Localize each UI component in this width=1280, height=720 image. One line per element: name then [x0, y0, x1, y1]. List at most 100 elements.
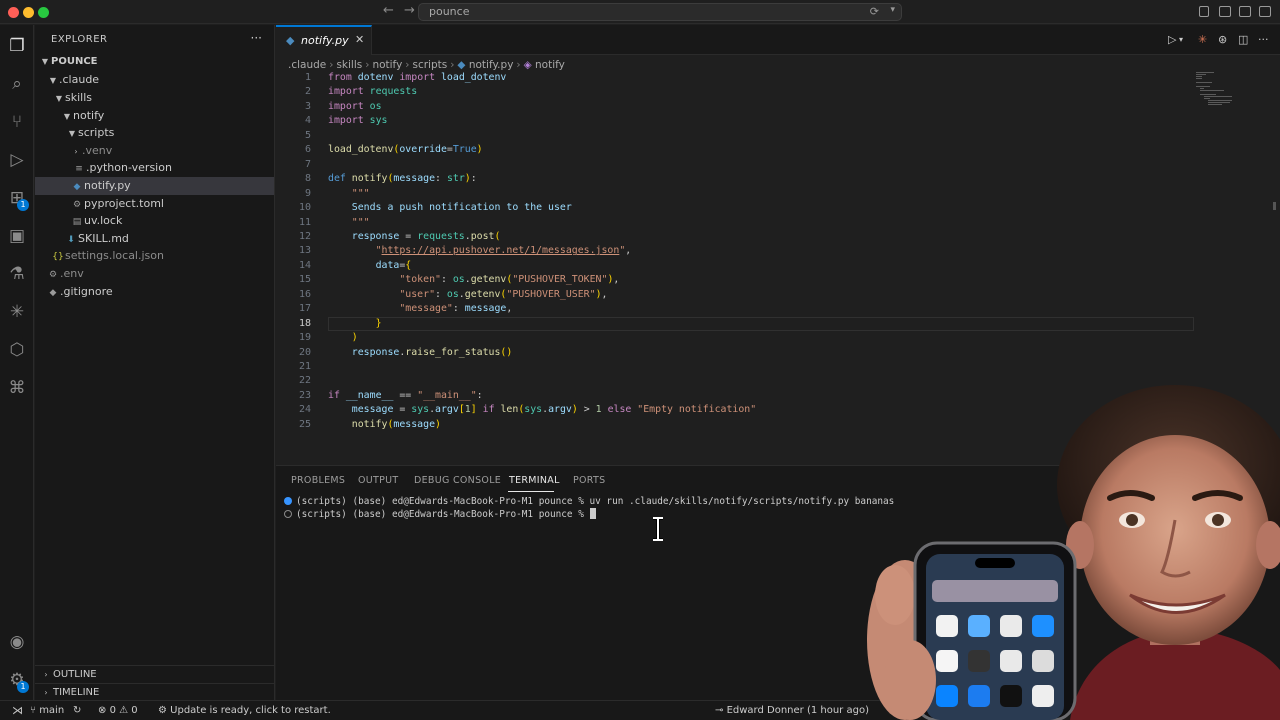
code-line[interactable]: message = sys.argv[1] if len(sys.argv) >…: [328, 404, 756, 415]
terminal-line[interactable]: (scripts) (base) ed@Edwards-MacBook-Pro-…: [284, 508, 596, 520]
terminal-line[interactable]: (scripts) (base) ed@Edwards-MacBook-Pro-…: [284, 496, 894, 507]
code-line[interactable]: notify(message): [328, 419, 441, 430]
tree-item-folder[interactable]: ▼ skills: [35, 89, 274, 107]
tab-problems[interactable]: PROBLEMS: [291, 475, 345, 486]
code-line[interactable]: """: [328, 188, 370, 199]
back-arrow-icon[interactable]: ←: [383, 3, 394, 18]
code-line[interactable]: "user": os.getenv("PUSHOVER_USER"),: [328, 289, 607, 300]
outline-section[interactable]: › OUTLINE: [35, 665, 274, 683]
code-line[interactable]: load_dotenv(override=True): [328, 144, 483, 155]
tab-terminal[interactable]: TERMINAL: [509, 475, 560, 486]
code-line[interactable]: response = requests.post(: [328, 231, 501, 242]
claude-code-icon[interactable]: ✳: [1198, 33, 1207, 46]
tab-ports[interactable]: PORTS: [573, 475, 605, 486]
python-icon[interactable]: ⌘: [6, 377, 28, 399]
chevron-down-icon[interactable]: ▾: [890, 5, 895, 15]
copilot-icon[interactable]: ⟳: [870, 5, 879, 18]
chevron-down-icon[interactable]: ▾: [1179, 35, 1183, 44]
editor-scrollbar[interactable]: [1273, 202, 1276, 210]
tab-debug-console[interactable]: DEBUG CONSOLE: [414, 475, 501, 486]
line-number: 13: [298, 245, 311, 257]
python-file-icon: ◆: [286, 34, 295, 47]
toggle-secondary-sidebar-icon[interactable]: [1239, 6, 1251, 17]
close-window-button[interactable]: [8, 7, 19, 18]
split-editor-icon[interactable]: ◫: [1238, 33, 1248, 46]
source-control-icon[interactable]: ⑂: [6, 111, 28, 133]
toggle-panel-icon[interactable]: [1219, 6, 1231, 17]
remote-explorer-icon[interactable]: ▣: [6, 225, 28, 247]
update-notification[interactable]: ⚙ Update is ready, click to restart.: [158, 701, 331, 720]
containers-icon[interactable]: ⬡: [6, 339, 28, 361]
code-line[interactable]: "token": os.getenv("PUSHOVER_TOKEN"),: [328, 274, 619, 285]
timeline-section[interactable]: › TIMELINE: [35, 683, 274, 701]
claude-icon[interactable]: ✳: [6, 301, 28, 323]
openai-icon[interactable]: ⊛: [1218, 33, 1227, 46]
tree-item-label: SKILL.md: [78, 232, 129, 245]
minimize-window-button[interactable]: [23, 7, 34, 18]
terminal-line-text: (scripts) (base) ed@Edwards-MacBook-Pro-…: [296, 509, 590, 520]
code-line[interactable]: }: [328, 318, 382, 329]
remote-indicator-icon[interactable]: ⋊: [12, 701, 23, 720]
sync-icon[interactable]: ↻: [73, 701, 81, 720]
code-line[interactable]: "https://api.pushover.net/1/messages.jso…: [328, 245, 632, 256]
tab-notify-py[interactable]: ◆ notify.py ✕: [276, 25, 372, 55]
minimap[interactable]: [1194, 72, 1264, 112]
code-line[interactable]: import requests: [328, 86, 417, 97]
close-icon[interactable]: ✕: [355, 33, 364, 46]
tree-item-label: .gitignore: [60, 285, 113, 298]
tree-item-folder[interactable]: › .venv: [35, 142, 274, 160]
code-line[interactable]: from dotenv import load_dotenv: [328, 72, 506, 83]
code-line[interactable]: ): [328, 332, 358, 343]
code-line[interactable]: import sys: [328, 115, 387, 126]
text-cursor-icon: [653, 517, 663, 541]
tree-item-label: uv.lock: [84, 214, 123, 227]
more-actions-icon[interactable]: ···: [1258, 33, 1269, 46]
tab-output[interactable]: OUTPUT: [358, 475, 399, 486]
breadcrumb-item[interactable]: .claude: [288, 59, 326, 71]
code-line[interactable]: "message": message,: [328, 303, 512, 314]
customize-layout-icon[interactable]: [1259, 6, 1271, 17]
maximize-window-button[interactable]: [38, 7, 49, 18]
tree-item-file-selected[interactable]: ◆ notify.py: [35, 177, 274, 195]
problems-indicator[interactable]: ⊗ 0 ⚠ 0: [98, 701, 138, 720]
workspace-root[interactable]: ▼ POUNCE: [35, 53, 274, 71]
tree-item-folder[interactable]: ▼ scripts: [35, 124, 274, 142]
run-debug-icon[interactable]: ▷: [6, 149, 28, 171]
code-line[interactable]: Sends a push notification to the user: [328, 202, 572, 213]
run-python-file-icon[interactable]: ▷: [1168, 33, 1176, 46]
breadcrumb-item[interactable]: scripts: [412, 59, 447, 71]
accounts-icon[interactable]: ◉: [6, 631, 28, 653]
breadcrumb-item[interactable]: notify.py: [469, 59, 514, 71]
code-line[interactable]: """: [328, 217, 370, 228]
toggle-primary-sidebar-icon[interactable]: [1199, 6, 1209, 17]
tree-item-file[interactable]: ▤ uv.lock: [35, 212, 274, 230]
gear-file-icon: ⚙: [48, 270, 58, 280]
code-line[interactable]: def notify(message: str):: [328, 173, 477, 184]
code-line[interactable]: import os: [328, 101, 382, 112]
tree-item-file[interactable]: ◆ .gitignore: [35, 283, 274, 301]
breadcrumb-item[interactable]: notify: [535, 59, 565, 71]
command-center-search[interactable]: pounce ⟳ ▾: [418, 3, 902, 21]
breadcrumb-item[interactable]: skills: [336, 59, 362, 71]
branch-indicator[interactable]: ⑂ main: [30, 701, 64, 720]
tree-item-file[interactable]: ⚙ .env: [35, 265, 274, 283]
ellipsis-icon[interactable]: ···: [251, 31, 262, 45]
tree-item-file[interactable]: {}settings.local.json: [35, 247, 274, 265]
line-number: 8: [304, 173, 311, 185]
tree-item-folder[interactable]: ▼ notify: [35, 107, 274, 125]
tree-item-folder[interactable]: ▼ .claude: [35, 71, 274, 89]
code-line[interactable]: response.raise_for_status(): [328, 347, 513, 358]
error-count: 0: [109, 705, 116, 716]
settings-badge: 1: [17, 681, 29, 693]
tree-item-file[interactable]: ≡ .python-version: [35, 159, 274, 177]
breadcrumb-item[interactable]: notify: [372, 59, 402, 71]
tree-item-file[interactable]: ⚙ pyproject.toml: [35, 195, 274, 213]
forward-arrow-icon[interactable]: →: [404, 3, 415, 18]
code-line[interactable]: data={: [328, 260, 412, 271]
testing-icon[interactable]: ⚗: [6, 263, 28, 285]
search-icon[interactable]: ⌕: [6, 73, 28, 95]
line-number: 16: [298, 288, 311, 300]
files-icon[interactable]: ❐: [6, 35, 28, 57]
tree-item-file[interactable]: ⬇ SKILL.md: [35, 230, 274, 248]
code-line[interactable]: if __name__ == "__main__":: [328, 390, 483, 401]
